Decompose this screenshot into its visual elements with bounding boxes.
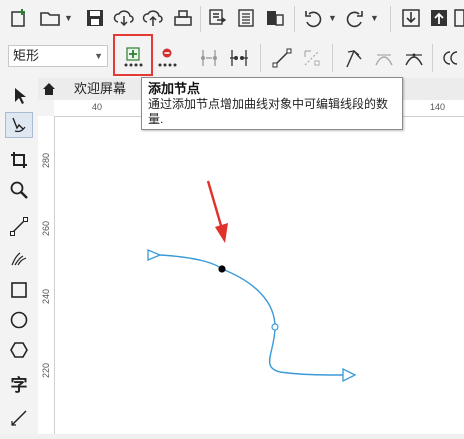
smooth-node-icon[interactable] [372, 46, 396, 70]
standard-toolbar: ▼ ▼ ▼ [0, 0, 464, 39]
ruler-label: 220 [41, 362, 51, 378]
pick-tool-icon[interactable] [0, 84, 38, 108]
delete-node-icon[interactable] [155, 43, 179, 71]
toolbox: 字 [0, 78, 39, 434]
export-icon[interactable] [236, 7, 258, 29]
tooltip-description: 通过添加节点增加曲线对象中可编辑线段的数量. [148, 97, 389, 126]
text-tool-icon[interactable]: 字 [0, 370, 38, 396]
shape-tool-icon[interactable] [5, 112, 33, 138]
toolbar-separator [294, 6, 295, 32]
toolbar-separator [260, 44, 261, 72]
drawing-canvas[interactable] [55, 117, 464, 434]
ruler-label: 240 [41, 288, 51, 304]
property-bar: 矩形 ▼ [0, 38, 464, 79]
open-dropdown-arrow[interactable]: ▼ [64, 13, 73, 23]
chevron-down-icon: ▼ [94, 51, 103, 61]
ruler-label: 280 [41, 152, 51, 168]
artistic-media-icon[interactable] [0, 246, 38, 270]
red-arrow-head [215, 223, 228, 243]
ruler-label: 40 [92, 102, 103, 112]
save-icon[interactable] [84, 7, 106, 29]
print-icon[interactable] [171, 7, 195, 29]
home-icon[interactable] [40, 80, 58, 98]
curve-path[interactable] [159, 254, 346, 376]
redo-icon[interactable] [344, 7, 366, 29]
rectangle-tool-icon[interactable] [0, 278, 38, 302]
zoom-tool-icon[interactable] [0, 178, 38, 202]
publish-icon[interactable] [264, 7, 286, 29]
undo-dropdown-arrow[interactable]: ▼ [328, 13, 337, 23]
toolbar-separator [332, 44, 333, 72]
import-arrow-icon[interactable] [400, 7, 422, 29]
line-tool-icon[interactable] [0, 406, 38, 430]
new-doc-icon[interactable] [8, 7, 30, 29]
symmetric-node-icon[interactable] [402, 46, 426, 70]
to-curve-icon[interactable] [300, 46, 324, 70]
curve-start-arrow [147, 249, 162, 261]
freehand-tool-icon[interactable] [0, 214, 38, 238]
toolbar-overflow-icon[interactable] [454, 7, 464, 29]
tooltip-title: 添加节点 [148, 81, 201, 96]
ruler-label: 260 [41, 220, 51, 236]
ruler-label: 140 [430, 102, 446, 112]
join-nodes-icon[interactable] [198, 46, 220, 70]
open-folder-icon[interactable] [38, 7, 62, 29]
ruler-origin[interactable] [38, 100, 55, 117]
selected-node[interactable] [218, 265, 226, 273]
to-line-icon[interactable] [270, 46, 294, 70]
cusp-node-icon[interactable] [342, 46, 366, 70]
cloud-download-icon[interactable] [112, 7, 136, 29]
shape-type-value: 矩形 [13, 48, 40, 63]
red-arrow-shaft [206, 180, 224, 230]
import-icon[interactable] [207, 7, 229, 29]
canvas-drawing [147, 180, 357, 383]
undo-icon[interactable] [302, 7, 324, 29]
ellipse-tool-icon[interactable] [0, 308, 38, 332]
add-node-tooltip: 添加节点 通过添加节点增加曲线对象中可编辑线段的数量. [141, 77, 403, 130]
polygon-tool-icon[interactable] [0, 338, 38, 362]
curve-end-arrow [342, 367, 357, 383]
reverse-direction-icon[interactable] [440, 46, 464, 70]
vertical-ruler[interactable]: 280 260 240 220 [38, 116, 55, 434]
break-curve-icon[interactable] [228, 46, 250, 70]
toolbar-separator [200, 6, 201, 32]
crop-tool-icon[interactable] [0, 148, 38, 172]
redo-dropdown-arrow[interactable]: ▼ [370, 13, 379, 23]
toolbar-separator [432, 44, 433, 72]
toolbar-separator [390, 6, 391, 32]
cloud-upload-icon[interactable] [141, 7, 165, 29]
shape-type-dropdown[interactable]: 矩形 ▼ [8, 45, 108, 67]
export-arrow-icon[interactable] [428, 7, 450, 29]
add-node-highlight-box [113, 34, 153, 76]
tab-welcome-screen[interactable]: 欢迎屏幕 [66, 78, 134, 100]
curve-node[interactable] [271, 323, 279, 331]
